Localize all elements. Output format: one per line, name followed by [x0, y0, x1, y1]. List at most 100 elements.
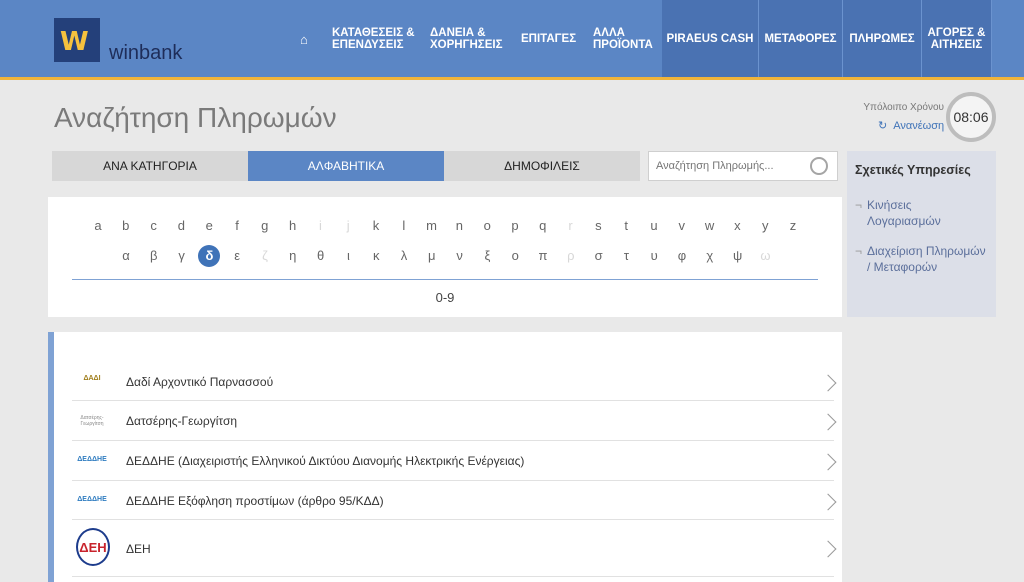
letter-o[interactable]: o: [476, 215, 498, 237]
list-item[interactable]: ΔΕΗ ΔΕΗ: [72, 520, 837, 577]
nav-piraeus-cash[interactable]: PIRAEUS CASH: [662, 0, 759, 77]
letter-ζ: ζ: [262, 248, 268, 263]
letter-μ[interactable]: μ: [421, 245, 443, 267]
letter-s[interactable]: s: [587, 215, 609, 237]
letter-φ[interactable]: φ: [671, 245, 693, 267]
nav-purchases[interactable]: ΑΓΟΡΕΣ & ΑΙΤΗΣΕΙΣ: [922, 0, 992, 77]
nav-deposits[interactable]: ΚΑΤΑΘΕΣΕΙΣ & ΕΠΕΝΔΥΣΕΙΣ: [332, 0, 418, 77]
letter-η[interactable]: η: [282, 245, 304, 267]
letter-f[interactable]: f: [226, 215, 248, 237]
letter-c[interactable]: c: [143, 215, 165, 237]
payee-logo: ΔΕΔΔΗΕ: [77, 456, 107, 463]
related-services-panel: Σχετικές Υπηρεσίες Κινήσεις Λογαριασμών …: [847, 151, 996, 317]
letter-m[interactable]: m: [421, 215, 443, 237]
payment-results-list: ΔΑΔΙ Δαδί Αρχοντικό Παρνασσού Δατσέρης-Γ…: [48, 332, 842, 582]
logo-text: winbank: [109, 42, 183, 64]
payee-name: Δατσέρης-Γεωργίτση: [126, 414, 238, 428]
home-icon[interactable]: ⌂: [300, 32, 308, 47]
alphabet-divider: [72, 279, 818, 280]
greek-letter-row: αβγδεζηθικλμνξοπρστυφχψω: [48, 245, 842, 267]
chevron-right-icon: [819, 413, 837, 431]
letter-j: j: [346, 218, 350, 233]
nav-other-products[interactable]: ΑΛΛΑ ΠΡΟΪΟΝΤΑ: [593, 0, 659, 77]
letter-γ[interactable]: γ: [171, 245, 193, 267]
letter-x[interactable]: x: [726, 215, 748, 237]
letter-b[interactable]: b: [115, 215, 137, 237]
chevron-right-icon: [819, 453, 837, 471]
letter-ν[interactable]: ν: [449, 245, 471, 267]
letter-v[interactable]: v: [671, 215, 693, 237]
letter-ο[interactable]: ο: [504, 245, 526, 267]
page-title: Αναζήτηση Πληρωμών: [54, 102, 337, 133]
letter-ξ[interactable]: ξ: [476, 245, 498, 267]
alphabet-panel: abcdefghi jklmnopqrstuvwxyz αβγδεζηθικλμν…: [48, 197, 842, 317]
letter-n[interactable]: n: [448, 215, 470, 237]
search-icon[interactable]: [810, 157, 828, 175]
search-tabs: ΑΝΑ ΚΑΤΗΓΟΡΙΑ ΑΛΦΑΒΗΤΙΚΑ ΔΗΜΟΦΙΛΕΙΣ: [52, 151, 640, 181]
nav-loans[interactable]: ΔΑΝΕΙΑ & ΧΟΡΗΓΗΣΕΙΣ: [430, 0, 510, 77]
payee-logo: ΔΕΔΔΗΕ: [77, 496, 107, 503]
letter-t[interactable]: t: [615, 215, 637, 237]
letter-k[interactable]: k: [365, 215, 387, 237]
letter-ι[interactable]: ι: [337, 245, 359, 267]
tab-alphabetical[interactable]: ΑΛΦΑΒΗΤΙΚΑ: [248, 151, 444, 181]
list-item[interactable]: ΔΕΔΔΗΕ ΔΕΔΔΗΕ (Διαχειριστής Ελληνικού Δι…: [72, 441, 837, 481]
nav-transfers[interactable]: ΜΕΤΑΦΟΡΕΣ: [759, 0, 843, 77]
payee-logo: ΔΕΗ: [76, 528, 110, 566]
payee-name: ΔΕΔΔΗΕ (Διαχειριστής Ελληνικού Δικτύου Δ…: [126, 454, 525, 468]
session-timer: 08:06: [946, 92, 996, 142]
letter-y[interactable]: y: [754, 215, 776, 237]
logo-mark: W: [54, 18, 100, 62]
letter-d[interactable]: d: [170, 215, 192, 237]
chevron-right-icon: [819, 374, 837, 392]
letter-χ[interactable]: χ: [699, 245, 721, 267]
letter-w[interactable]: w: [699, 215, 721, 237]
letter-u[interactable]: u: [643, 215, 665, 237]
tab-by-category[interactable]: ΑΝΑ ΚΑΤΗΓΟΡΙΑ: [52, 151, 248, 181]
nav-cheques[interactable]: ΕΠΙΤΑΓΕΣ: [521, 0, 581, 77]
letter-p[interactable]: p: [504, 215, 526, 237]
list-item[interactable]: ΔΕΔΔΗΕ ΔΕΔΔΗΕ Εξόφληση προστίμων (άρθρο …: [72, 481, 837, 520]
header-bar: W winbank ⌂ ΚΑΤΑΘΕΣΕΙΣ & ΕΠΕΝΔΥΣΕΙΣ ΔΑΝΕ…: [0, 0, 1024, 80]
letter-h[interactable]: h: [282, 215, 304, 237]
winbank-logo[interactable]: W winbank: [54, 18, 184, 64]
letter-g[interactable]: g: [254, 215, 276, 237]
related-account-movements[interactable]: Κινήσεις Λογαριασμών: [855, 197, 987, 229]
letter-λ[interactable]: λ: [393, 245, 415, 267]
letter-l[interactable]: l: [393, 215, 415, 237]
refresh-session-link[interactable]: ↻ Ανανέωση: [878, 119, 944, 132]
tab-popular[interactable]: ΔΗΜΟΦΙΛΕΙΣ: [444, 151, 640, 181]
letter-ψ[interactable]: ψ: [727, 245, 749, 267]
letter-υ[interactable]: υ: [643, 245, 665, 267]
refresh-icon: ↻: [878, 120, 888, 132]
letter-θ[interactable]: θ: [310, 245, 332, 267]
letter-i: i: [318, 218, 322, 233]
chevron-right-icon: [819, 540, 837, 558]
letter-δ[interactable]: δ: [198, 245, 221, 267]
letter-r: r: [568, 218, 573, 233]
nav-payments[interactable]: ΠΛΗΡΩΜΕΣ: [843, 0, 922, 77]
letter-π[interactable]: π: [532, 245, 554, 267]
letter-κ[interactable]: κ: [365, 245, 387, 267]
letter-β[interactable]: β: [143, 245, 165, 267]
logo-mark-letter: W: [60, 27, 89, 57]
related-services-title: Σχετικές Υπηρεσίες: [855, 163, 971, 177]
letter-α[interactable]: α: [115, 245, 137, 267]
letter-z[interactable]: z: [782, 215, 804, 237]
latin-letter-row: abcdefghi jklmnopqrstuvwxyz: [48, 215, 842, 235]
list-item[interactable]: ΔΑΔΙ Δαδί Αρχοντικό Παρνασσού: [72, 368, 837, 401]
digits-filter[interactable]: 0-9: [48, 290, 842, 305]
letter-a[interactable]: a: [87, 215, 109, 237]
letter-σ[interactable]: σ: [588, 245, 610, 267]
payee-name: ΔΕΔΔΗΕ Εξόφληση προστίμων (άρθρο 95/ΚΔΔ): [126, 494, 384, 508]
letter-ε[interactable]: ε: [226, 245, 248, 267]
letter-ρ: ρ: [567, 248, 575, 263]
related-payment-management[interactable]: Διαχείριση Πληρωμών / Μεταφορών: [855, 243, 987, 275]
payment-search-input[interactable]: [649, 152, 809, 180]
letter-e[interactable]: e: [198, 215, 220, 237]
list-item[interactable]: Δατσέρης-Γεωργίτση Δατσέρης-Γεωργίτση: [72, 401, 837, 441]
letter-τ[interactable]: τ: [615, 245, 637, 267]
letter-q[interactable]: q: [532, 215, 554, 237]
chevron-right-icon: [819, 493, 837, 511]
session-remaining-label: Υπόλοιπο Χρόνου: [863, 102, 944, 113]
